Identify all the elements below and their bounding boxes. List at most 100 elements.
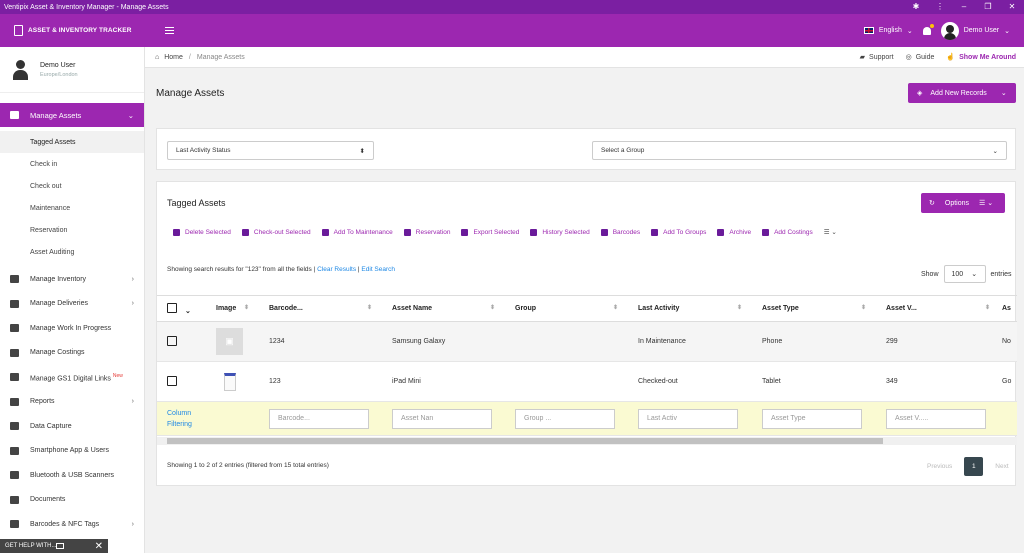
wallet-icon [10,348,19,357]
action-label: Archive [729,228,752,236]
minimize-icon[interactable] [56,543,65,549]
close-icon[interactable]: ✕ [95,541,103,552]
row-checkbox[interactable] [167,375,177,386]
delete-selected-button[interactable]: Delete Selected [173,228,231,236]
archive-button[interactable]: Archive [717,228,751,236]
sidebar-item-manage-assets[interactable]: Manage Assets ⌄ [0,103,144,127]
last-activity-filter-input[interactable]: Last Activ [638,408,738,429]
sidebar-item-gs1-digital-links[interactable]: Manage GS1 Digital Links New [0,365,144,390]
sidebar-item-work-in-progress[interactable]: Manage Work In Progress [0,316,144,341]
scrollbar-thumb[interactable] [167,438,883,444]
sidebar-item-label: Manage GS1 Digital Links [30,374,111,382]
add-to-groups-button[interactable]: Add To Groups [651,228,706,236]
column-header-asset-type[interactable]: Asset Type ⬍ [752,295,876,322]
column-header-barcode[interactable]: Barcode... ⬍ [259,295,382,322]
select-all-header[interactable]: ⌄ [157,295,206,322]
column-header-group[interactable]: Group ⬍ [505,295,628,322]
tag-icon [10,275,19,284]
sidebar-subitem-check-out[interactable]: Check out [0,175,144,197]
action-label: Add To Groups [663,228,707,236]
sidebar-item-scanners[interactable]: Bluetooth & USB Scanners [0,463,144,488]
sidebar-item-manage-inventory[interactable]: Manage Inventory › [0,267,144,292]
sidebar-subitem-asset-auditing[interactable]: Asset Auditing [0,241,144,263]
close-button[interactable]: ✕ [1000,0,1024,14]
guide-link[interactable]: ◎ Guide [906,53,935,62]
home-icon[interactable]: ⌂ [155,54,159,61]
options-button[interactable]: ↻ Options ☰ ⌄ [921,193,1005,213]
sidebar-item-documents[interactable]: Documents [0,488,144,513]
add-new-records-label: Add New Records [930,89,987,97]
sidebar-item-data-capture[interactable]: Data Capture [0,414,144,439]
last-activity-status-select[interactable]: Last Activity Status ⬍ [167,141,374,160]
sidebar-subitem-check-in[interactable]: Check in [0,153,144,175]
asset-type-filter-input[interactable]: Asset Type [762,408,862,429]
sidebar-item-smartphone-app[interactable]: Smartphone App & Users [0,439,144,464]
sidebar-item-barcodes-nfc[interactable]: Barcodes & NFC Tags › [0,512,144,537]
breadcrumb-home[interactable]: Home [164,54,183,61]
sidebar-item-manage-costings[interactable]: Manage Costings [0,341,144,366]
group-filter-input[interactable]: Group ... [515,408,615,429]
asset-value-filter-input[interactable]: Asset V..... [886,408,986,429]
previous-page-button[interactable]: Previous [927,463,952,470]
notification-bell-icon[interactable] [922,23,934,35]
column-header-asset-name[interactable]: Asset Name ⬍ [382,295,505,322]
chevron-right-icon: › [131,398,134,406]
qr-icon [10,373,19,382]
sidebar-item-label: Data Capture [30,422,72,430]
add-to-maintenance-button[interactable]: Add To Maintenance [321,228,393,236]
page-length-select[interactable]: 100 ⌄ [943,265,986,283]
folder-icon [651,228,659,236]
user-menu[interactable]: Demo User ⌄ [940,21,1010,40]
column-header-last-activity[interactable]: Last Activity ⬍ [628,295,752,322]
support-link[interactable]: ▰ Support [860,53,894,62]
group-select[interactable]: Select a Group ⌄ [592,141,1007,160]
sidebar-item-label: Barcodes & NFC Tags [30,520,100,528]
sidebar-item-label: Documents [30,496,66,504]
table-row[interactable]: 123 iPad Mini Checked-out Tablet 349 Go [157,361,1017,402]
sidebar-item-reports[interactable]: Reports › [0,390,144,415]
file-export-icon [461,228,469,236]
next-page-button[interactable]: Next [995,463,1008,470]
horizontal-scrollbar[interactable] [157,437,1017,445]
checkout-selected-button[interactable]: Check-out Selected [241,228,311,236]
add-new-records-button[interactable]: ◈ Add New Records ⌄ [908,83,1016,103]
edit-search-link[interactable]: Edit Search [361,266,395,273]
get-help-widget[interactable]: GET HELP WITH... ✕ [0,539,108,553]
brand-logo[interactable]: ASSET & INVENTORY TRACKER [0,25,145,36]
history-selected-button[interactable]: History Selected [530,228,590,236]
action-label: Barcodes [612,228,641,236]
extensions-icon[interactable]: ✱ [904,0,928,14]
asset-thumbnail[interactable]: ▣ [216,328,243,355]
clear-results-link[interactable]: Clear Results [317,266,356,273]
column-header-extra[interactable]: As [1000,295,1017,322]
show-me-around-link[interactable]: ☝ Show Me Around [946,53,1016,62]
cell-group [505,361,628,402]
column-header-image[interactable]: Image ⬍ [206,295,259,322]
add-costings-button[interactable]: Add Costings [762,228,813,236]
sidebar-subitem-tagged-assets[interactable]: Tagged Assets [0,131,144,153]
table-row[interactable]: ▣ 1234 Samsung Galaxy In Maintenance Pho… [157,321,1017,362]
column-header-asset-value[interactable]: Asset V... ⬍ [876,295,1000,322]
barcode-filter-input[interactable]: Barcode... [269,408,369,429]
row-checkbox[interactable] [167,335,177,346]
cell-extra: Go [1000,361,1017,402]
select-all-checkbox[interactable] [167,302,177,313]
minimize-button[interactable]: – [952,0,976,14]
more-actions-button[interactable]: ☰ ⌄ [824,228,837,236]
barcodes-button[interactable]: Barcodes [600,228,641,236]
language-selector[interactable]: English ⌄ [863,27,913,35]
reservation-button[interactable]: Reservation [403,228,450,236]
hand-pointer-icon: ☝ [946,54,956,61]
page-1-button[interactable]: 1 [964,457,984,476]
menu-toggle-icon[interactable] [165,27,174,34]
maximize-button[interactable]: ❐ [976,0,1000,14]
asset-thumbnail[interactable] [216,368,243,395]
sidebar-item-manage-deliveries[interactable]: Manage Deliveries › [0,292,144,317]
export-selected-button[interactable]: Export Selected [461,228,519,236]
more-icon[interactable]: ⋮ [928,0,952,14]
asset-name-filter-input[interactable]: Asset Nan [392,408,492,429]
window-title: Ventipix Asset & Inventory Manager - Man… [4,3,169,11]
chevron-down-icon[interactable]: ⌄ [185,308,191,315]
sidebar-subitem-maintenance[interactable]: Maintenance [0,197,144,219]
sidebar-subitem-reservation[interactable]: Reservation [0,219,144,241]
